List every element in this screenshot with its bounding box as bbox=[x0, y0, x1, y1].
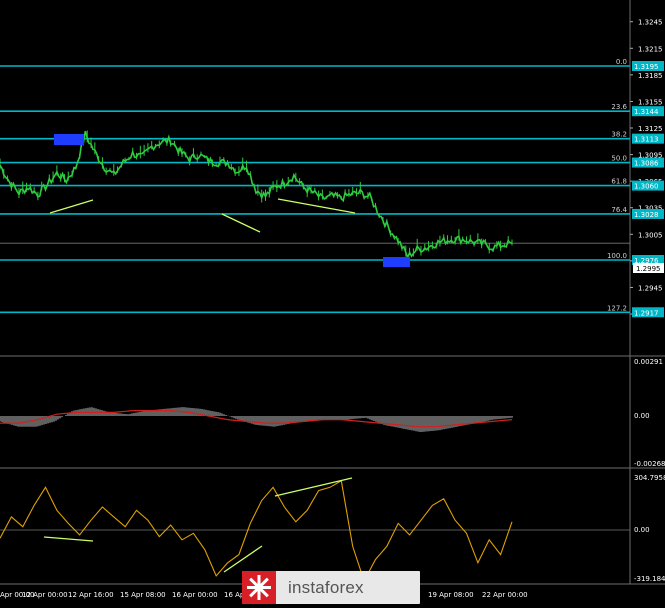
cci-divergence-line bbox=[43, 536, 94, 542]
current-price-tag: 1.2995 bbox=[633, 263, 664, 273]
price-tick-label: 1.3155 bbox=[638, 98, 663, 106]
cci-divergence-line bbox=[274, 477, 353, 497]
macd-axis-label: -0.00268 bbox=[634, 460, 665, 468]
fib-price-tag-label: 1.3195 bbox=[634, 63, 659, 71]
fib-level-label: 100.0 bbox=[607, 252, 627, 260]
swing-markers bbox=[54, 134, 410, 267]
price-series bbox=[0, 130, 513, 260]
fib-level-label: 23.6 bbox=[611, 103, 627, 111]
fib-price-tag-label: 1.3086 bbox=[634, 160, 659, 168]
swing-low-marker bbox=[383, 257, 410, 267]
fib-price-tag-label: 1.3144 bbox=[634, 108, 659, 116]
panel-borders bbox=[0, 0, 665, 585]
fib-level-label: 50.0 bbox=[611, 155, 627, 163]
price-tick-label: 1.3215 bbox=[638, 45, 663, 53]
fib-level-label: 38.2 bbox=[611, 131, 627, 139]
fib-level-label: 76.4 bbox=[611, 206, 627, 214]
time-tick-label: 12 Apr 16:00 bbox=[68, 591, 114, 599]
price-divergence-lines bbox=[49, 198, 356, 233]
price-line bbox=[0, 130, 513, 260]
fib-price-tag-label: 1.2917 bbox=[634, 309, 659, 317]
time-tick-label: 22 Apr 00:00 bbox=[482, 591, 528, 599]
fibonacci-levels: 0.0 23.6 38.2 50.0 61.8 76.4 100.0 127.2 bbox=[0, 58, 630, 314]
time-tick-label: 19 Apr 08:00 bbox=[428, 591, 474, 599]
price-tick-label: 1.3005 bbox=[638, 231, 663, 239]
price-tick-label: 1.2945 bbox=[638, 284, 663, 292]
time-tick-label: 15 Apr 08:00 bbox=[120, 591, 166, 599]
fib-level-label: 127.2 bbox=[607, 304, 627, 312]
time-tick-label: 12 Apr 00:00 bbox=[22, 591, 68, 599]
cci-divergence-lines bbox=[43, 477, 353, 573]
price-panel[interactable]: 0.0 23.6 38.2 50.0 61.8 76.4 100.0 127.2 1.3245… bbox=[0, 19, 664, 319]
price-tick-label: 1.3245 bbox=[638, 19, 663, 27]
current-price-label: 1.2995 bbox=[636, 265, 661, 273]
swing-high-marker bbox=[54, 134, 84, 145]
divergence-line bbox=[221, 213, 261, 233]
instaforex-logo: instaforex bbox=[242, 571, 420, 604]
cci-panel[interactable]: 304.7958 0.00 -319.1846 bbox=[0, 474, 665, 583]
macd-axis-label: 0.00 bbox=[634, 412, 650, 420]
macd-panel[interactable]: 0.00291 0.00 -0.00268 bbox=[0, 358, 665, 468]
fib-level-label: 61.8 bbox=[611, 178, 627, 186]
macd-axis: 0.00291 0.00 -0.00268 bbox=[634, 358, 665, 468]
fib-price-tag-label: 1.3060 bbox=[634, 183, 659, 191]
fib-price-tag-label: 1.3028 bbox=[634, 211, 659, 219]
divergence-line bbox=[49, 199, 94, 214]
price-tick-label: 1.3185 bbox=[638, 72, 663, 80]
fib-price-tag-label: 1.3113 bbox=[634, 136, 659, 144]
cci-axis-label: -319.1846 bbox=[634, 575, 665, 583]
time-tick-label: 16 Apr 00:00 bbox=[172, 591, 218, 599]
macd-axis-label: 0.00291 bbox=[634, 358, 663, 366]
watermark-text: instaforex bbox=[288, 577, 364, 597]
cci-axis-label: 0.00 bbox=[634, 526, 650, 534]
cci-line bbox=[0, 479, 513, 583]
trading-chart[interactable]: 0.0 23.6 38.2 50.0 61.8 76.4 100.0 127.2 1.3245… bbox=[0, 0, 665, 604]
macd-histogram bbox=[0, 407, 513, 432]
cci-axis: 304.7958 0.00 -319.1846 bbox=[634, 474, 665, 583]
fib-level-label: 0.0 bbox=[616, 58, 627, 66]
cci-divergence-line bbox=[223, 545, 263, 573]
price-tick-label: 1.3125 bbox=[638, 125, 663, 133]
logo-mark-icon bbox=[242, 571, 276, 604]
cci-axis-label: 304.7958 bbox=[634, 474, 665, 482]
cci-path bbox=[0, 479, 513, 583]
